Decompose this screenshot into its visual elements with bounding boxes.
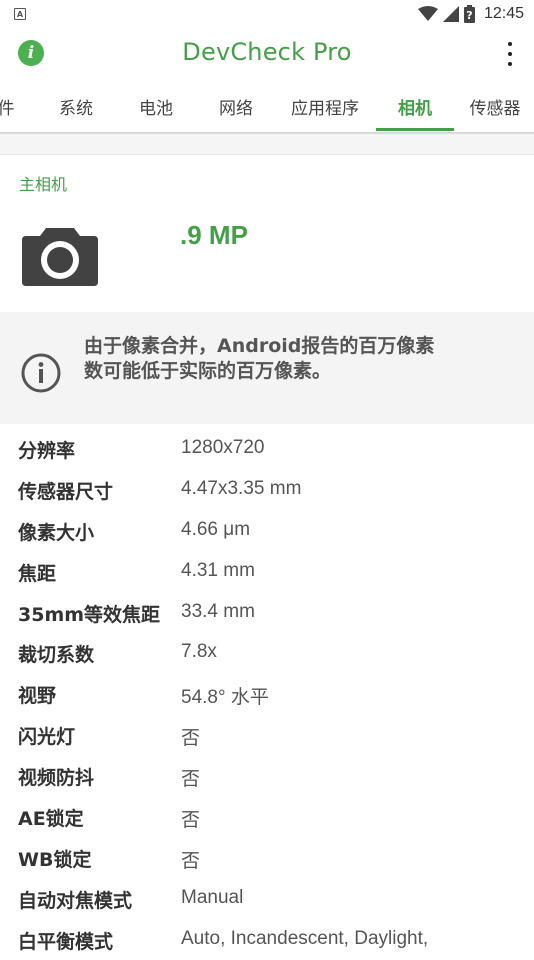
info-outline-icon [21,353,61,393]
property-label: 传感器尺寸 [18,480,114,503]
property-value: 7.8x [181,641,217,663]
app-bar: i DevCheck Pro [0,28,534,80]
property-label: 闪光灯 [18,726,76,749]
tab-hardware[interactable]: 件 [0,80,18,132]
active-tab-indicator [376,128,454,131]
signal-icon [442,6,459,22]
notification-a-icon: A [14,8,26,20]
tab-sensors[interactable]: 传感器 [462,80,528,132]
property-row: 35mm等效焦距 33.4 mm [0,592,534,633]
property-label: 分辨率 [18,440,76,462]
property-row: 白平衡模式 Auto, Incandescent, Daylight, [0,919,534,960]
tab-network[interactable]: 网络 [208,80,264,132]
property-value: 否 [181,769,201,791]
property-value: 4.47x3.35 mm [181,477,302,499]
property-label: 像素大小 [18,521,95,544]
svg-text:?: ? [466,9,472,22]
property-row: 视野 54.8° 水平 [0,673,534,714]
property-row: 分辨率 1280x720 [0,428,534,469]
status-icons: ? 12:45 [417,4,524,24]
property-row: 传感器尺寸 4.47x3.35 mm [0,469,534,510]
property-value: 否 [181,728,201,750]
section-divider [0,136,534,155]
property-row: 焦距 4.31 mm [0,551,534,592]
notice-line-2: 数可能低于实际的百万像素。 [84,360,332,382]
property-label: 视野 [18,685,57,708]
camera-section-title: 主相机 [19,175,68,194]
property-value: Manual [181,886,244,908]
tab-camera[interactable]: 相机 [376,80,454,132]
status-bar: A ? 12:45 [0,0,534,28]
binning-notice: 由于像素合并，Android报告的百万像素 数可能低于实际的百万像素。 [0,312,534,424]
property-label: 裁切系数 [18,644,95,667]
property-row: 自动对焦模式 Manual [0,878,534,919]
property-label: 焦距 [18,562,57,585]
tab-apps[interactable]: 应用程序 [282,80,368,132]
property-value: 4.66 μm [181,518,251,540]
property-value: 54.8° 水平 [181,687,269,709]
app-title: DevCheck Pro [182,38,352,66]
property-label: WB锁定 [18,848,92,871]
property-row: 裁切系数 7.8x [0,632,534,673]
property-value: 1280x720 [181,437,265,458]
camera-icon [22,228,98,286]
wifi-icon [417,6,438,21]
property-value: Auto, Incandescent, Daylight, [181,927,429,949]
notice-text: 由于像素合并，Android报告的百万像素 数可能低于实际的百万像素。 [84,334,484,384]
property-row: AE锁定 否 [0,796,534,837]
property-row: 视频防抖 否 [0,755,534,796]
tab-bar: 件 系统 电池 网络 应用程序 相机 传感器 [0,80,534,132]
property-label: 视频防抖 [18,767,95,790]
property-label: 自动对焦模式 [18,889,133,912]
property-value: 33.4 mm [181,600,255,622]
tab-battery[interactable]: 电池 [128,80,184,132]
clock: 12:45 [483,5,524,22]
megapixel-value: .9 MP [180,220,248,250]
property-value: 4.31 mm [181,559,255,581]
property-row: 闪光灯 否 [0,714,534,755]
battery-icon: ? [463,5,475,23]
camera-properties-list: 分辨率 1280x720 传感器尺寸 4.47x3.35 mm 像素大小 4.66 μ… [0,428,534,960]
property-value: 否 [181,810,201,832]
property-value: 否 [181,850,201,872]
overflow-menu-icon[interactable] [500,42,520,66]
property-label: AE锁定 [18,808,84,831]
notice-line-1: 由于像素合并，Android报告的百万像素 [84,335,435,357]
tab-system[interactable]: 系统 [48,80,104,132]
property-row: WB锁定 否 [0,837,534,878]
property-row: 像素大小 4.66 μm [0,510,534,551]
property-label: 35mm等效焦距 [18,603,161,626]
